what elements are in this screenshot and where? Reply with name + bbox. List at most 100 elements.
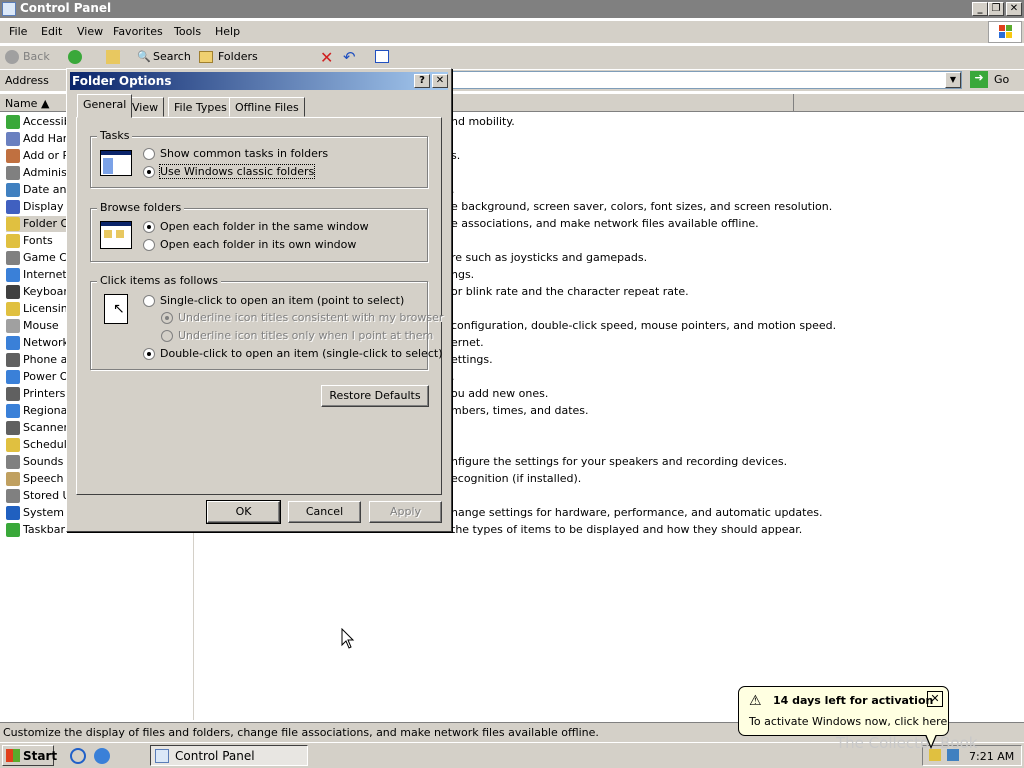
cancel-button[interactable]: Cancel [288,501,361,523]
list-item[interactable]: Add or Remove Programs [6,148,68,164]
item-icon [6,472,20,486]
list-item[interactable]: Scanners and Cameras [6,420,68,436]
list-item[interactable]: Network Connections [6,335,68,351]
tab-file-types[interactable]: File Types [168,97,233,117]
item-icon [6,353,20,367]
list-item[interactable]: Accessibility Options [6,114,68,130]
menu-file[interactable]: File [9,25,27,38]
list-item[interactable]: System [6,505,68,521]
item-comment: hange settings for hardware, performance… [451,506,823,519]
back-button[interactable]: Back [23,50,50,63]
label-own-window[interactable]: Open each folder in its own window [160,238,356,251]
item-comment: re such as joysticks and gamepads. [451,251,648,264]
balloon-text[interactable]: To activate Windows now, click here [749,715,947,728]
folders-button[interactable]: Folders [218,50,258,63]
start-button[interactable]: Start [2,745,57,766]
undo-icon[interactable]: ↶ [343,48,356,66]
label-classic-folders[interactable]: Use Windows classic folders [158,164,316,179]
tab-general[interactable]: General [77,94,133,118]
list-item[interactable]: Administrative Tools [6,165,68,181]
item-comment: mbers, times, and dates. [451,404,589,417]
radio-show-common-tasks[interactable] [143,148,155,160]
tasks-group: Tasks [90,129,428,188]
item-comment: ecognition (if installed). [451,472,582,485]
list-item[interactable]: Fonts [6,233,68,249]
label-single-click[interactable]: Single-click to open an item (point to s… [160,294,404,307]
restore-button[interactable]: ❐ [988,2,1004,16]
menu-favorites[interactable]: Favorites [113,25,163,38]
list-item[interactable]: Phone and Modem Options [6,352,68,368]
item-comment: ernet. [451,336,484,349]
quick-launch-ie-icon[interactable] [70,748,86,764]
list-item[interactable]: Display [6,199,68,215]
radio-same-window[interactable] [143,221,155,233]
item-label: Scanners and Cameras [23,421,68,434]
list-item[interactable]: Add Hardware [6,131,68,147]
list-item[interactable]: Stored User Names and Passwords [6,488,68,504]
item-label: Fonts [23,234,53,247]
item-icon [6,217,20,231]
label-show-common-tasks[interactable]: Show common tasks in folders [160,147,328,160]
item-icon [6,455,20,469]
item-label: Game Controllers [23,251,68,264]
help-button[interactable]: ? [414,74,430,88]
item-icon [6,387,20,401]
item-label: Add or Remove Programs [23,149,68,162]
list-item[interactable]: Sounds and Audio Devices [6,454,68,470]
menu-edit[interactable]: Edit [41,25,62,38]
list-item[interactable]: Taskbar and Start Menu [6,522,68,538]
status-text: Customize the display of files and folde… [3,726,599,739]
radio-single-click[interactable] [143,295,155,307]
address-input[interactable]: ▼ [452,71,962,89]
window-titlebar[interactable]: Control Panel _ ❐ ✕ [0,0,1024,18]
item-label: Administrative Tools [23,166,68,179]
label-double-click[interactable]: Double-click to open an item (single-cli… [160,347,442,360]
list-item[interactable]: Mouse [6,318,68,334]
delete-icon[interactable]: ✕ [320,48,333,67]
close-button[interactable]: ✕ [1006,2,1022,16]
views-icon[interactable] [375,50,389,63]
list-item[interactable]: Licensing [6,301,68,317]
list-item[interactable]: Printers and Faxes [6,386,68,402]
go-button[interactable]: ➜ Go [968,70,1020,90]
forward-arrow-icon[interactable] [68,50,82,64]
list-item[interactable]: Regional and Language Options [6,403,68,419]
item-label: Sounds and Audio Devices [23,455,68,468]
label-underline-browser: Underline icon titles consistent with my… [178,311,444,324]
menu-tools[interactable]: Tools [174,25,201,38]
radio-own-window[interactable] [143,239,155,251]
ok-button[interactable]: OK [206,500,281,524]
list-item[interactable]: Power Options [6,369,68,385]
list-item[interactable]: Date and Time [6,182,68,198]
item-label: Taskbar and Start Menu [23,523,68,536]
list-item[interactable]: Game Controllers [6,250,68,266]
up-folder-icon[interactable] [106,50,120,64]
radio-classic-folders[interactable] [143,166,155,178]
list-item[interactable]: Internet Options [6,267,68,283]
back-arrow-icon[interactable] [5,50,19,64]
item-icon [6,115,20,129]
dialog-close-button[interactable]: ✕ [432,74,448,88]
list-item[interactable]: Speech [6,471,68,487]
quick-launch-desktop-icon[interactable] [94,748,110,764]
dropdown-arrow-icon[interactable]: ▼ [945,72,961,88]
tasks-illustration-icon [100,150,132,176]
restore-defaults-button[interactable]: Restore Defaults [321,385,429,407]
dialog-titlebar[interactable]: Folder Options ? ✕ [70,72,448,90]
item-label: Scheduled Tasks [23,438,68,451]
menu-help[interactable]: Help [215,25,240,38]
taskbar-control-panel[interactable]: Control Panel [150,745,308,766]
menu-view[interactable]: View [77,25,103,38]
folders-icon [199,51,213,63]
activation-balloon[interactable]: ⚠ 14 days left for activation ✕ To activ… [738,686,949,749]
balloon-close-button[interactable]: ✕ [927,691,943,707]
list-item[interactable]: Folder Options [6,216,68,232]
list-item[interactable]: Scheduled Tasks [6,437,68,453]
list-item[interactable]: Keyboard [6,284,68,300]
tab-offline-files[interactable]: Offline Files [229,97,305,117]
label-same-window[interactable]: Open each folder in the same window [160,220,369,233]
minimize-button[interactable]: _ [972,2,988,16]
radio-double-click[interactable] [143,348,155,360]
search-button[interactable]: Search [153,50,191,63]
item-icon [6,506,20,520]
